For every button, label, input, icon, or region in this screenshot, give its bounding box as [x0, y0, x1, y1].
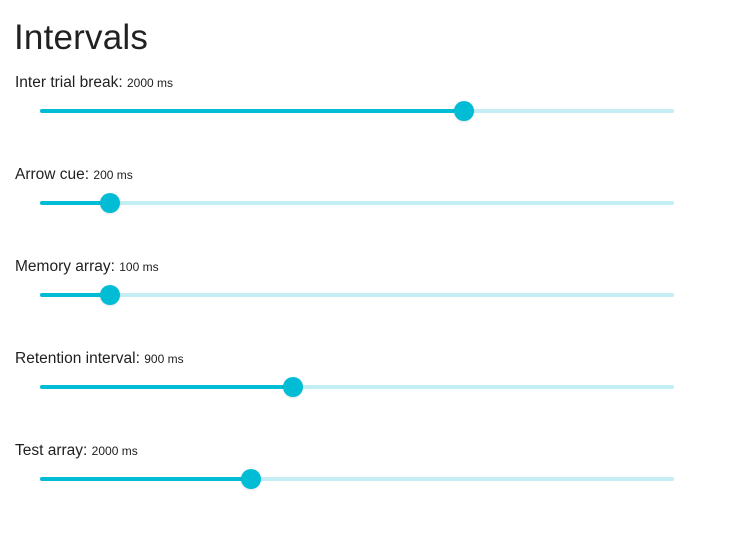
setting-memory-array: Memory array: 100 ms	[0, 257, 729, 349]
setting-label: Test array: 2000 ms	[15, 441, 138, 461]
slider-track[interactable]	[40, 385, 293, 389]
setting-value: 900 ms	[144, 352, 184, 366]
slider-rail[interactable]	[40, 293, 674, 297]
slider-thumb[interactable]	[453, 101, 474, 121]
setting-value: 100 ms	[119, 260, 159, 274]
setting-label: Arrow cue: 200 ms	[15, 165, 133, 185]
setting-label-text: Retention interval:	[15, 350, 140, 367]
slider-thumb[interactable]	[282, 377, 303, 397]
slider-rail[interactable]	[40, 201, 674, 205]
inter-trial-break-slider[interactable]	[40, 99, 674, 123]
retention-interval-slider[interactable]	[40, 375, 674, 399]
setting-label-text: Arrow cue:	[15, 166, 90, 183]
slider-track[interactable]	[40, 477, 252, 481]
setting-label: Retention interval: 900 ms	[15, 349, 184, 369]
setting-label-text: Inter trial break:	[15, 74, 123, 91]
setting-label-text: Test array:	[15, 442, 88, 459]
setting-value: 2000 ms	[91, 444, 138, 458]
setting-retention-interval: Retention interval: 900 ms	[0, 349, 729, 441]
setting-value: 2000 ms	[127, 76, 174, 90]
setting-value: 200 ms	[93, 168, 133, 182]
slider-track[interactable]	[40, 109, 464, 113]
slider-thumb[interactable]	[241, 469, 262, 489]
setting-label: Memory array: 100 ms	[15, 257, 159, 277]
arrow-cue-slider[interactable]	[40, 191, 674, 215]
setting-arrow-cue: Arrow cue: 200 ms	[0, 165, 729, 257]
memory-array-slider[interactable]	[40, 283, 674, 307]
setting-test-array: Test array: 2000 ms	[0, 441, 729, 533]
slider-thumb[interactable]	[99, 193, 120, 213]
page-title: Intervals	[14, 18, 149, 57]
test-array-slider[interactable]	[40, 467, 674, 491]
setting-inter-trial-break: Inter trial break: 2000 ms	[0, 73, 729, 165]
setting-label: Inter trial break: 2000 ms	[15, 73, 173, 93]
setting-label-text: Memory array:	[15, 258, 115, 275]
slider-thumb[interactable]	[99, 285, 120, 305]
